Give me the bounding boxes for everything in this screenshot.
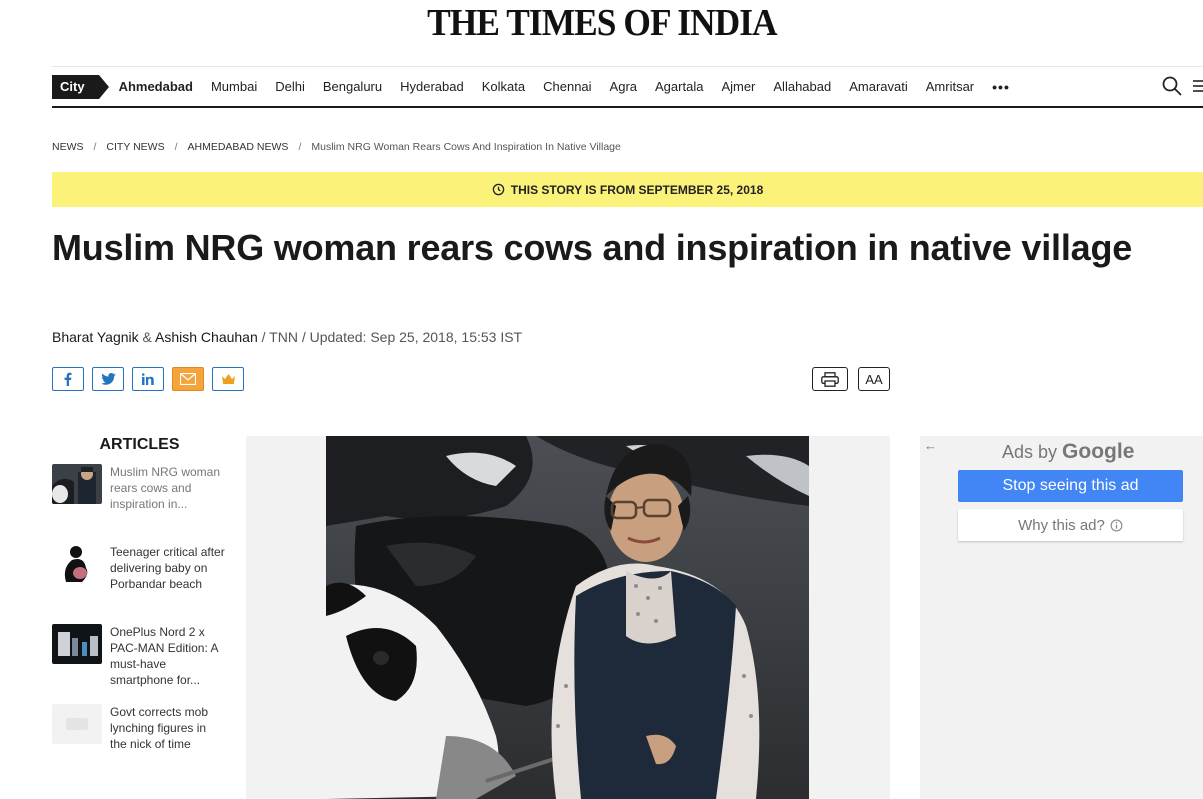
city-section-tag[interactable]: City [52, 74, 109, 99]
article-title: Muslim NRG woman rears cows and inspirat… [110, 465, 221, 511]
nav-more-button[interactable]: ••• [992, 79, 1010, 95]
breadcrumb-ahmedabad-news[interactable]: AHMEDABAD NEWS [188, 141, 289, 153]
city-nav-bar: City Ahmedabad Mumbai Delhi Bengaluru Hy… [52, 66, 1203, 108]
related-articles: ARTICLES Muslim NRG woman rears cows and… [52, 436, 227, 784]
nav-item-delhi[interactable]: Delhi [275, 79, 305, 94]
nav-item-amritsar[interactable]: Amritsar [926, 79, 974, 94]
article-thumbnail [52, 624, 102, 664]
article-thumbnail [52, 464, 102, 504]
crown-icon [221, 374, 235, 384]
article-list-item[interactable]: Muslim NRG woman rears cows and inspirat… [52, 464, 227, 544]
nav-item-hyderabad[interactable]: Hyderabad [400, 79, 464, 94]
facebook-share-button[interactable] [52, 367, 84, 391]
printer-icon [821, 371, 839, 387]
author-link[interactable]: Ashish Chauhan [155, 329, 258, 345]
breadcrumb-current-page: Muslim NRG Woman Rears Cows And Inspirat… [311, 141, 621, 153]
article-title: OnePlus Nord 2 x PAC-MAN Edition: A must… [110, 625, 218, 687]
byline-and: & [138, 329, 156, 345]
breadcrumb: NEWS / CITY NEWS / AHMEDABAD NEWS / Musl… [52, 141, 621, 153]
share-buttons [52, 367, 252, 391]
email-share-button[interactable] [172, 367, 204, 391]
twitter-icon [100, 373, 116, 385]
print-button[interactable] [812, 367, 848, 391]
nav-item-kolkata[interactable]: Kolkata [482, 79, 525, 94]
nav-item-agra[interactable]: Agra [610, 79, 637, 94]
article-list-item[interactable]: Govt corrects mob lynching figures in th… [52, 704, 227, 784]
advertisement: ← Ads by Google Stop seeing this ad Why … [920, 436, 1203, 799]
why-this-ad-label: Why this ad? [1018, 516, 1105, 534]
article-list-item[interactable]: Teenager critical after delivering baby … [52, 544, 227, 624]
facebook-icon [64, 372, 72, 386]
story-date-banner: THIS STORY IS FROM SEPTEMBER 25, 2018 [52, 172, 1203, 207]
site-logo[interactable]: THE TIMES OF INDIA [427, 0, 777, 46]
prime-share-button[interactable] [212, 367, 244, 391]
nav-item-chennai[interactable]: Chennai [543, 79, 591, 94]
byline-meta: / TNN / Updated: Sep 25, 2018, 15:53 IST [257, 329, 523, 345]
breadcrumb-city-news[interactable]: CITY NEWS [106, 141, 164, 153]
breadcrumb-separator: / [93, 141, 97, 153]
ads-by-google-label: Ads by Google [1002, 440, 1134, 464]
breadcrumb-separator: / [298, 141, 302, 153]
history-clock-icon [492, 183, 504, 196]
nav-item-amaravati[interactable]: Amaravati [849, 79, 908, 94]
article-list-item[interactable]: OnePlus Nord 2 x PAC-MAN Edition: A must… [52, 624, 227, 704]
article-headline: Muslim NRG woman rears cows and inspirat… [52, 227, 1133, 268]
article-title: Govt corrects mob lynching figures in th… [110, 705, 209, 751]
nav-item-ahmedabad[interactable]: Ahmedabad [119, 79, 193, 94]
stop-seeing-ad-button[interactable]: Stop seeing this ad [958, 470, 1183, 502]
back-arrow-icon[interactable]: ← [924, 438, 937, 453]
story-date-text: THIS STORY IS FROM SEPTEMBER 25, 2018 [510, 182, 764, 197]
masthead: THE TIMES OF INDIA [0, 0, 1203, 50]
twitter-share-button[interactable] [92, 367, 124, 391]
articles-heading: ARTICLES [99, 436, 180, 453]
google-text: Google [1062, 440, 1135, 463]
article-thumbnail-placeholder [52, 704, 102, 744]
nav-item-bengaluru[interactable]: Bengaluru [323, 79, 382, 94]
nav-item-agartala[interactable]: Agartala [655, 79, 703, 94]
article-thumbnail [52, 544, 102, 584]
woman-with-cow-photo [326, 436, 809, 799]
nav-item-ajmer[interactable]: Ajmer [721, 79, 755, 94]
article-image-container [246, 436, 890, 799]
search-icon[interactable] [1161, 75, 1183, 97]
article-tools: AA [812, 367, 900, 391]
article-byline: Bharat Yagnik & Ashish Chauhan / TNN / U… [52, 329, 522, 345]
breadcrumb-news[interactable]: NEWS [52, 141, 84, 153]
article-image [326, 436, 809, 799]
breadcrumb-separator: / [174, 141, 178, 153]
nav-right-tools [1161, 75, 1203, 97]
info-icon [1110, 519, 1123, 531]
why-this-ad-button[interactable]: Why this ad? [958, 509, 1183, 541]
linkedin-icon [142, 373, 154, 385]
nav-item-mumbai[interactable]: Mumbai [211, 79, 257, 94]
author-link[interactable]: Bharat Yagnik [52, 329, 139, 345]
font-size-button[interactable]: AA [858, 367, 890, 391]
ads-by-text: Ads by [1002, 442, 1058, 462]
article-title: Teenager critical after delivering baby … [110, 545, 225, 591]
linkedin-share-button[interactable] [132, 367, 164, 391]
hamburger-menu-icon[interactable] [1193, 78, 1203, 94]
mail-icon [180, 373, 196, 385]
nav-item-allahabad[interactable]: Allahabad [773, 79, 831, 94]
